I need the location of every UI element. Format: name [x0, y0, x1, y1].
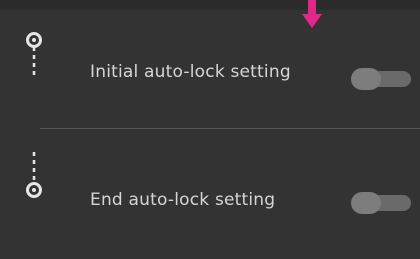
end-lock-icon — [26, 152, 42, 198]
initial-auto-lock-toggle[interactable] — [351, 68, 413, 90]
toggle-knob[interactable] — [351, 68, 381, 90]
top-edge — [0, 0, 420, 10]
setting-row-end-auto-lock[interactable]: End auto-lock setting — [0, 148, 420, 238]
toggle-knob[interactable] — [351, 192, 381, 214]
setting-label: Initial auto-lock setting — [90, 62, 291, 82]
setting-row-initial-auto-lock[interactable]: Initial auto-lock setting — [0, 28, 420, 118]
setting-label: End auto-lock setting — [90, 190, 276, 210]
row-divider — [40, 128, 420, 129]
down-arrow-pointer-icon — [302, 0, 322, 28]
initial-lock-icon — [26, 32, 42, 76]
end-auto-lock-toggle[interactable] — [351, 192, 413, 214]
settings-panel: Initial auto-lock setting End auto-lock … — [0, 0, 420, 259]
